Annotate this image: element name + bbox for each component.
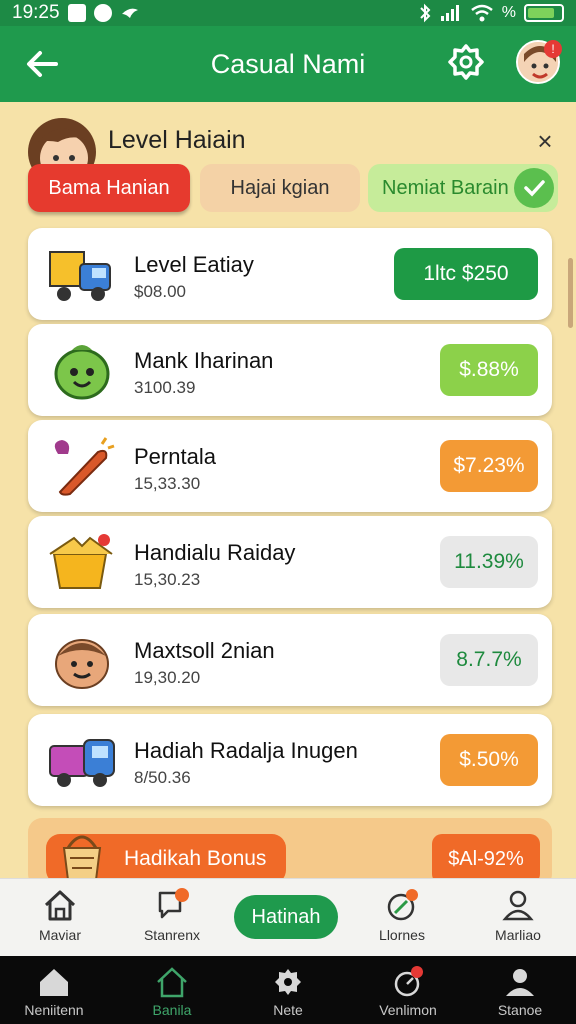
nav-label: Maviar: [38, 927, 81, 943]
sysnav-item-home[interactable]: Neniitenn: [4, 966, 104, 1018]
nav-center-button[interactable]: Hatinah: [234, 895, 338, 939]
list-item[interactable]: Perntala 15,33.30 $7.23%: [28, 420, 552, 512]
bonus-badge[interactable]: $Al-92%: [432, 834, 540, 884]
page-title: Casual Nami: [210, 48, 366, 79]
battery-percent: %: [501, 4, 516, 21]
close-button[interactable]: ×: [530, 126, 560, 156]
sysnav-item-stanoe[interactable]: Stanoe: [470, 966, 570, 1018]
compass-icon: [387, 889, 418, 921]
character-face-icon: [55, 639, 109, 689]
app-notification-icon: [93, 4, 112, 22]
system-nav-bar: Neniitenn Banila Nete Venlimon Stanoe: [0, 956, 576, 1024]
check-icon: [514, 168, 554, 208]
list-item[interactable]: Mank Iharinan 3100.39 $.88%: [28, 324, 552, 416]
list-item[interactable]: Hadiah Radalja Inugen 8/50.36 $.50%: [28, 714, 552, 806]
chip-hajai-kgian[interactable]: Hajai kgian: [200, 164, 360, 212]
signal-icon: [440, 5, 459, 21]
nav-label: Venlimon: [379, 1002, 437, 1018]
app-bar: Casual Nami !: [0, 26, 576, 102]
pastry-icon: [54, 437, 115, 496]
nav-label: Stanrenx: [143, 927, 201, 943]
timer-icon: [394, 966, 423, 997]
wifi-icon: [470, 4, 493, 22]
chip-label: Nemiat Barain: [382, 176, 509, 199]
gift-box-icon: [49, 534, 113, 589]
item-badge[interactable]: 1ltc $250: [394, 248, 538, 300]
item-badge[interactable]: 8.7.7%: [440, 634, 538, 686]
notification-dot: !: [544, 40, 562, 58]
profile-icon: [506, 969, 534, 996]
list-item[interactable]: Handialu Raiday 15,30.23 11.39%: [28, 516, 552, 608]
sysnav-item-venlimon[interactable]: Venlimon: [358, 966, 458, 1018]
item-badge[interactable]: $.88%: [440, 344, 538, 396]
sysnav-item-nete[interactable]: Nete: [238, 966, 338, 1018]
nav-item-llornes[interactable]: Llornes: [352, 887, 452, 943]
nav-label: Neniitenn: [24, 1002, 84, 1018]
gear-icon[interactable]: [446, 42, 486, 82]
item-value: 3100.39: [134, 378, 196, 397]
basket-icon: [62, 835, 102, 881]
item-name: Maxtsoll 2nian: [134, 638, 275, 663]
home-icon: [40, 969, 68, 996]
level-title: Level Haiain: [108, 126, 246, 154]
home-outline-icon: [157, 967, 187, 998]
list-item[interactable]: Maxtsoll 2nian 19,30.20 8.7.7%: [28, 614, 552, 706]
nav-label: Marliao: [495, 927, 541, 943]
item-name: Level Eatiay: [134, 252, 254, 277]
item-name: Hadiah Radalja Inugen: [134, 738, 358, 763]
nav-item-maviar[interactable]: Maviar: [10, 887, 110, 943]
nav-item-stanrenx[interactable]: Stanrenx: [122, 887, 222, 943]
sysnav-item-banila[interactable]: Banila: [122, 966, 222, 1018]
item-value: $08.00: [134, 282, 186, 301]
profile-icon: [502, 890, 534, 921]
list-item[interactable]: Level Eatiay $08.00 1ltc $250: [28, 228, 552, 320]
delivery-truck-icon: [49, 251, 111, 301]
item-badge[interactable]: $7.23%: [440, 440, 538, 492]
gear-icon: [275, 969, 301, 995]
green-creature-icon: [54, 345, 110, 400]
item-name: Perntala: [134, 444, 216, 469]
item-name: Mank Iharinan: [134, 348, 274, 373]
item-value: 15,33.30: [134, 474, 201, 493]
filter-chips: Bama Hanian Hajai kgian Nemiat Barain: [28, 164, 558, 212]
back-arrow-icon[interactable]: [22, 44, 62, 84]
nav-label: Stanoe: [497, 1002, 543, 1018]
item-value: 15,30.23: [134, 570, 201, 589]
status-bar: 19:25 %: [0, 0, 576, 26]
item-badge[interactable]: $.50%: [440, 734, 538, 786]
battery-icon: [524, 4, 564, 22]
bluetooth-icon: [420, 3, 431, 23]
chip-bama-hanian[interactable]: Bama Hanian: [28, 164, 190, 212]
item-value: 8/50.36: [134, 768, 191, 787]
nav-label: Nete: [273, 1002, 303, 1018]
clock: 19:25: [12, 2, 60, 23]
scroll-indicator[interactable]: [568, 258, 573, 328]
nav-item-marliao[interactable]: Marliao: [468, 887, 568, 943]
nav-label: Llornes: [379, 927, 425, 943]
home-icon: [44, 890, 76, 921]
nav-label: Banila: [152, 1002, 192, 1018]
notification-icon: [67, 4, 86, 22]
chat-icon: [158, 888, 189, 919]
app-bottom-nav: Maviar Stanrenx Hatinah Llornes Marliao: [0, 878, 576, 956]
item-name: Handialu Raiday: [134, 540, 296, 565]
item-badge[interactable]: 11.39%: [440, 536, 538, 588]
chip-nemiat-barain[interactable]: Nemiat Barain: [368, 164, 558, 212]
van-icon: [49, 739, 115, 787]
item-value: 19,30.20: [134, 668, 201, 687]
bonus-label: Hadikah Bonus: [124, 847, 267, 870]
bird-notification-icon: [121, 8, 138, 18]
level-panel: Level Haiain × Bama Hanian Hajai kgian N…: [0, 108, 576, 888]
